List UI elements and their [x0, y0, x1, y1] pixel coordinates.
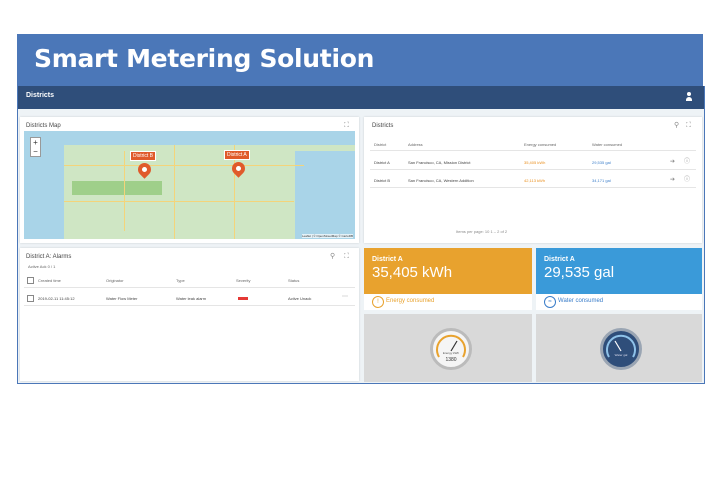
- zoom-out-button[interactable]: −: [31, 147, 40, 156]
- row-district[interactable]: District B: [374, 178, 390, 183]
- row-water: 34,171 gal: [592, 178, 611, 183]
- map-view[interactable]: + − District B District A Leaflet | © Op…: [24, 131, 355, 239]
- fullscreen-icon[interactable]: ⛶: [686, 122, 691, 129]
- fullscreen-icon[interactable]: ⛶: [344, 122, 349, 129]
- map-card-title: Districts Map: [26, 123, 61, 129]
- col-severity: Severity: [236, 278, 251, 283]
- row-address: San Francisco, CA, Western Addition: [408, 178, 474, 183]
- marker-label-district-b: District B: [130, 151, 156, 161]
- water-tile: District A 29,535 gal ≈ Water consumed: [536, 248, 702, 310]
- alarms-card-title: District A: Alarms: [26, 254, 72, 260]
- energy-tile-label: District A: [372, 256, 403, 263]
- col-district[interactable]: District: [374, 142, 386, 147]
- alarm-originator: Water Flow Meter: [106, 296, 138, 301]
- water-tile-caption: Water consumed: [558, 298, 604, 304]
- map-attribution[interactable]: Leaflet | © OpenStreetMap © CartoDB: [301, 234, 353, 238]
- arrow-right-icon[interactable]: ➔: [670, 177, 675, 183]
- fullscreen-icon[interactable]: ⛶: [344, 253, 349, 260]
- row-energy: 42,113 kWh: [524, 178, 546, 183]
- row-address: San Francisco, CA, Mission District: [408, 160, 471, 165]
- alarm-type: Water leak alarm: [176, 296, 207, 301]
- water-gauge: Water gal: [600, 328, 642, 370]
- energy-tile: District A 35,405 kWh ! Energy consumed: [364, 248, 532, 310]
- water-gauge-caption: Water gal: [614, 353, 628, 357]
- alarm-status: Active Unack: [288, 296, 312, 301]
- row-district[interactable]: District A: [374, 160, 390, 165]
- alarm-created: 2019-02-11 11:45:12: [38, 296, 75, 301]
- water-tile-footer: ≈ Water consumed: [536, 294, 702, 310]
- col-water: Water consumed: [592, 142, 623, 147]
- slide-title: Smart Metering Solution: [34, 44, 375, 73]
- energy-gauge-readout: 1380: [445, 357, 457, 363]
- water-tile-label: District A: [544, 256, 575, 263]
- energy-gauge-tile: Energy kWh 1380: [364, 314, 532, 382]
- energy-tile-caption: Energy consumed: [386, 298, 435, 304]
- arrow-right-icon[interactable]: ➔: [670, 159, 675, 165]
- col-originator: Originator: [106, 278, 124, 283]
- search-icon[interactable]: ⚲: [330, 253, 335, 260]
- col-address: Address: [408, 142, 423, 147]
- table-pager[interactable]: Items per page: 10 1 – 2 of 2: [456, 229, 507, 234]
- energy-tile-value: 35,405 kWh: [372, 264, 453, 281]
- map-marker-district-a[interactable]: [229, 159, 248, 178]
- park-area: [72, 181, 162, 195]
- row-energy: 35,405 kWh: [524, 160, 546, 165]
- water-tile-value: 29,535 gal: [544, 264, 615, 281]
- dashboard-screenshot: Districts Districts Map ⛶ + − District B…: [17, 86, 705, 384]
- districts-card-title: Districts: [372, 123, 394, 129]
- account-icon[interactable]: [686, 92, 692, 102]
- bolt-icon: !: [372, 296, 384, 308]
- map-marker-district-b[interactable]: [135, 160, 154, 179]
- select-all-checkbox[interactable]: [27, 277, 34, 284]
- info-icon[interactable]: ⓘ: [684, 177, 690, 183]
- more-icon[interactable]: ⋯: [342, 294, 348, 300]
- districts-map-card: Districts Map ⛶ + − District B District …: [20, 117, 359, 243]
- col-created-time[interactable]: Created time: [38, 278, 61, 283]
- water-gauge-tile: Water gal: [536, 314, 702, 382]
- app-toolbar: Districts: [18, 86, 704, 109]
- alarms-card: District A: Alarms ⚲ ⛶ Active Ack 0 / 1 …: [20, 248, 359, 381]
- col-type: Type: [176, 278, 185, 283]
- severity-critical-badge: [238, 297, 248, 300]
- app-title: Districts: [26, 92, 55, 99]
- row-water: 29,535 gal: [592, 160, 611, 165]
- col-status: Status: [288, 278, 300, 283]
- zoom-control[interactable]: + −: [30, 137, 41, 157]
- marker-label-district-a: District A: [224, 150, 250, 160]
- info-icon[interactable]: ⓘ: [684, 159, 690, 165]
- energy-gauge-caption: Energy kWh: [442, 351, 460, 355]
- search-icon[interactable]: ⚲: [674, 122, 679, 129]
- zoom-in-button[interactable]: +: [31, 138, 40, 147]
- districts-table-card: Districts ⚲ ⛶ District Address Energy co…: [364, 117, 702, 243]
- water-drop-icon: ≈: [544, 296, 556, 308]
- alarm-filter[interactable]: Active Ack 0 / 1: [28, 264, 55, 269]
- energy-tile-footer: ! Energy consumed: [364, 294, 532, 310]
- col-energy: Energy consumed: [524, 142, 557, 147]
- row-checkbox[interactable]: [27, 295, 34, 302]
- energy-gauge: Energy kWh 1380: [430, 328, 472, 370]
